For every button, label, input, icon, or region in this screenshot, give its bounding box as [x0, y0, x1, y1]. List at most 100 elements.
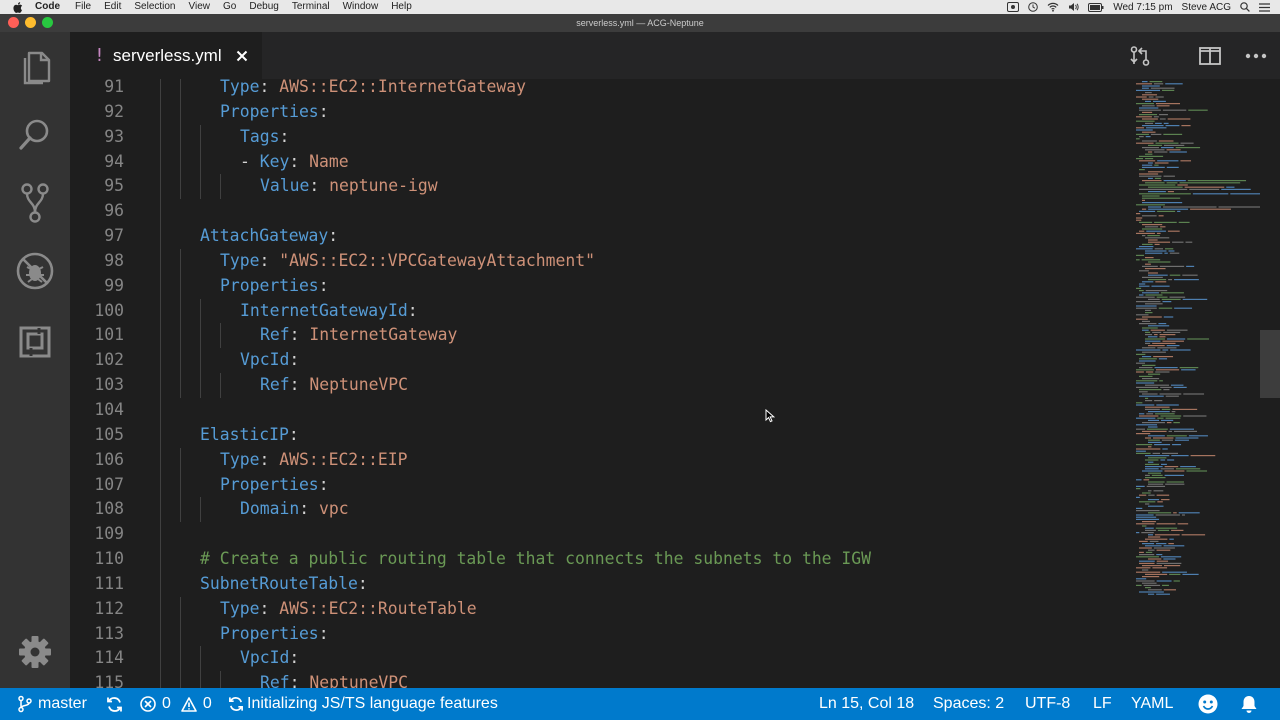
language-service-status[interactable]: Initializing JS/TS language features [228, 688, 498, 720]
close-tab-icon[interactable] [236, 50, 248, 62]
menu-selection[interactable]: Selection [134, 0, 175, 14]
more-actions-icon[interactable] [1244, 44, 1268, 68]
minimap-stroke [1148, 439, 1160, 441]
code-line[interactable]: 97 AttachGateway: [70, 224, 1130, 249]
menu-help[interactable]: Help [391, 0, 412, 14]
minimap-stroke [1156, 404, 1179, 406]
scrollbar-thumb[interactable] [1260, 330, 1280, 398]
minimap-stroke [1136, 314, 1149, 316]
cursor-position[interactable]: Ln 15, Col 18 [819, 688, 914, 720]
sync-changes-icon[interactable] [106, 688, 123, 720]
code-line[interactable]: 102 VpcId: [70, 348, 1130, 374]
menu-edit[interactable]: Edit [104, 0, 121, 14]
notification-center-icon[interactable] [1259, 2, 1270, 12]
minimap[interactable] [1130, 79, 1260, 688]
open-changes-icon[interactable] [1128, 44, 1152, 68]
code-line[interactable]: 115 Ref: NeptuneVPC [70, 671, 1130, 688]
code-editor[interactable]: 91 Type: AWS::EC2::InternetGateway 92 Prope… [70, 79, 1280, 688]
explorer-icon[interactable] [0, 49, 70, 85]
minimap-stroke [1179, 182, 1241, 184]
end-of-line-sequence[interactable]: LF [1093, 688, 1112, 720]
split-editor-icon[interactable] [1198, 44, 1222, 68]
indent-guide [160, 323, 161, 349]
minimap-stroke [1161, 419, 1174, 421]
code-line[interactable]: 106 Type: AWS::EC2::EIP [70, 447, 1130, 473]
code-line[interactable]: 94 - Key: Name [70, 149, 1130, 175]
spotlight-icon[interactable] [1240, 2, 1250, 12]
minimap-stroke [1157, 529, 1170, 531]
line-number: 113 [94, 623, 124, 643]
code-line[interactable]: 114 VpcId: [70, 646, 1130, 672]
code-line[interactable]: 105 ElasticIP: [70, 422, 1130, 448]
code-line[interactable]: 101 Ref: InternetGateway [70, 323, 1130, 349]
code-line[interactable]: 98 Type: "AWS::EC2::VPCGatewayAttachment" [70, 248, 1130, 274]
code-line[interactable]: 99 Properties: [70, 273, 1130, 299]
code-token: : [288, 424, 299, 444]
minimap-stroke [1139, 551, 1144, 553]
menu-window[interactable]: Window [343, 0, 379, 14]
extensions-icon[interactable] [0, 323, 70, 359]
indent-guide [160, 422, 161, 448]
menu-file[interactable]: File [75, 0, 91, 14]
minimap-stroke [1142, 98, 1159, 100]
menu-bar-user[interactable]: Steve ACG [1182, 2, 1231, 13]
minimap-stroke [1166, 345, 1180, 347]
code-line[interactable]: 96 [70, 199, 1130, 225]
feedback-smiley-icon[interactable] [1198, 688, 1218, 720]
code-line[interactable]: 113 Properties: [70, 621, 1130, 647]
menu-app-name[interactable]: Code [35, 0, 60, 14]
minimap-stroke [1163, 180, 1186, 182]
code-line[interactable]: 95 Value: neptune-igw [70, 174, 1130, 200]
minimap-stroke [1145, 153, 1153, 155]
editor-scrollbar[interactable] [1260, 79, 1280, 688]
code-lines[interactable]: 91 Type: AWS::EC2::InternetGateway 92 Prope… [70, 79, 1130, 688]
wifi-icon[interactable] [1047, 2, 1059, 12]
line-number: 95 [104, 176, 124, 196]
menu-go[interactable]: Go [223, 0, 236, 14]
code-line[interactable]: 93 Tags: [70, 124, 1130, 150]
problems-summary[interactable]: 0 0 [140, 688, 212, 720]
git-branch[interactable]: master [18, 688, 87, 720]
code-line[interactable]: 107 Properties: [70, 472, 1130, 498]
menu-bar-clock[interactable]: Wed 7:15 pm [1113, 2, 1172, 13]
minimap-stroke [1142, 208, 1147, 210]
code-line[interactable]: 108 Domain: vpc [70, 497, 1130, 523]
code-token: : [289, 325, 310, 345]
file-encoding[interactable]: UTF-8 [1025, 688, 1070, 720]
apple-icon[interactable] [13, 1, 25, 13]
minimap-stroke [1154, 367, 1178, 369]
menu-debug[interactable]: Debug [249, 0, 278, 14]
minimap-stroke [1145, 397, 1149, 399]
code-line[interactable]: 111 SubnetRouteTable: [70, 571, 1130, 597]
minimap-stroke [1169, 428, 1194, 430]
minimap-stroke [1136, 571, 1161, 573]
code-line[interactable]: 91 Type: AWS::EC2::InternetGateway [70, 79, 1130, 100]
time-machine-icon[interactable] [1028, 2, 1039, 12]
language-mode[interactable]: YAML [1131, 688, 1173, 720]
minimap-stroke [1136, 307, 1157, 309]
minimap-stroke [1145, 587, 1151, 589]
settings-gear-icon[interactable] [0, 635, 70, 669]
indentation-setting[interactable]: Spaces: 2 [933, 688, 1004, 720]
notifications-bell-icon[interactable] [1240, 688, 1258, 720]
debug-icon[interactable] [0, 251, 70, 291]
tab-serverless-yml[interactable]: ! serverless.yml [70, 32, 262, 79]
menu-view[interactable]: View [189, 0, 211, 14]
search-icon[interactable] [0, 116, 70, 152]
source-control-icon[interactable] [0, 182, 70, 224]
code-line[interactable]: 103 Ref: NeptuneVPC [70, 373, 1130, 398]
code-line[interactable]: 104 [70, 397, 1130, 423]
indent-guide [180, 149, 181, 175]
code-line[interactable]: 110 # Create a public routing table that … [70, 547, 1130, 572]
code-text: Ref: NeptuneVPC [260, 671, 408, 688]
minimap-stroke [1166, 338, 1186, 340]
code-line[interactable]: 92 Properties: [70, 99, 1130, 125]
battery-icon[interactable] [1088, 2, 1104, 12]
screen-record-icon[interactable] [1007, 2, 1020, 12]
minimap-stroke [1136, 514, 1154, 516]
code-line[interactable]: 109 [70, 522, 1130, 548]
code-line[interactable]: 112 Type: AWS::EC2::RouteTable [70, 596, 1130, 622]
volume-icon[interactable] [1068, 2, 1079, 12]
menu-terminal[interactable]: Terminal [292, 0, 330, 14]
code-line[interactable]: 100 InternetGatewayId: [70, 298, 1130, 324]
